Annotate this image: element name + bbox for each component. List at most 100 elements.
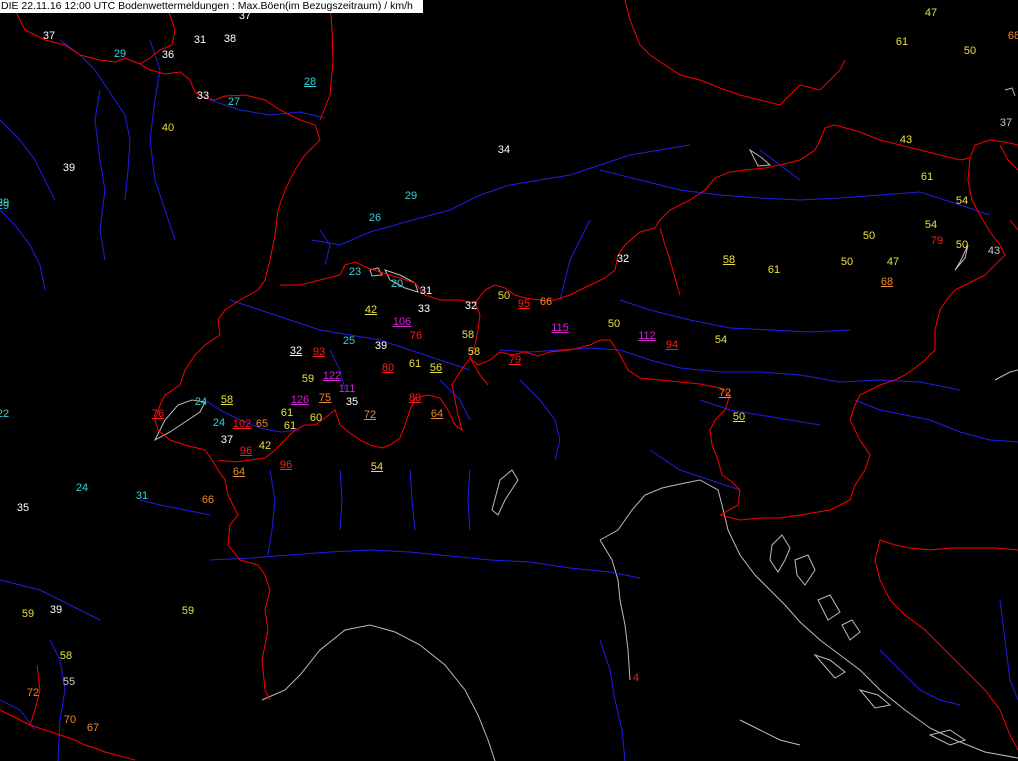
station-value: 27 xyxy=(227,96,241,108)
station-value: 24 xyxy=(212,417,226,429)
station-value: 40 xyxy=(161,122,175,134)
station-value: 56 xyxy=(429,362,443,374)
station-value: 50 xyxy=(862,230,876,242)
station-value: 42 xyxy=(258,440,272,452)
station-value: 79 xyxy=(930,235,944,247)
station-value: 39 xyxy=(374,340,388,352)
station-value: 54 xyxy=(370,461,384,473)
station-value: 115 xyxy=(551,322,569,334)
station-value: 28 xyxy=(303,76,317,88)
station-value: 34 xyxy=(497,144,511,156)
station-value: 95 xyxy=(517,298,531,310)
station-value: 76 xyxy=(409,330,423,342)
station-value: 25 xyxy=(342,335,356,347)
station-value: 50 xyxy=(963,45,977,57)
station-value: 37 xyxy=(999,117,1013,129)
station-value: 61 xyxy=(283,420,297,432)
station-value: 72 xyxy=(26,687,40,699)
station-value: 111 xyxy=(338,383,356,395)
station-value: 50 xyxy=(607,318,621,330)
station-value: 76 xyxy=(151,408,165,420)
station-value: 39 xyxy=(62,162,76,174)
station-value: 126 xyxy=(290,394,310,406)
station-value: 31 xyxy=(135,490,149,502)
station-value: 58 xyxy=(722,254,736,266)
station-value: 24 xyxy=(75,482,89,494)
station-value: 33 xyxy=(196,90,210,102)
station-value: 61 xyxy=(895,36,909,48)
station-value: 43 xyxy=(987,245,1001,257)
station-value: 29 xyxy=(0,200,10,212)
map-title: DIE 22.11.16 12:00 UTC Bodenwettermeldun… xyxy=(0,0,423,13)
station-value: 37 xyxy=(238,10,252,22)
station-value: 122 xyxy=(322,370,342,382)
station-value: 70 xyxy=(63,714,77,726)
station-value: 102 xyxy=(232,418,252,430)
station-value: 79 xyxy=(508,354,522,366)
station-value: 22 xyxy=(0,408,10,420)
weather-map xyxy=(0,0,1018,761)
station-value: 58 xyxy=(220,394,234,406)
station-value: 47 xyxy=(886,256,900,268)
station-value: 72 xyxy=(363,409,377,421)
station-value: 29 xyxy=(113,48,127,60)
station-value: 64 xyxy=(430,408,444,420)
station-value: 31 xyxy=(193,34,207,46)
station-value: 75 xyxy=(318,392,332,404)
borders xyxy=(0,0,1018,761)
station-value: 93 xyxy=(312,346,326,358)
station-value: 72 xyxy=(718,387,732,399)
station-value: 29 xyxy=(404,190,418,202)
station-value: 32 xyxy=(289,345,303,357)
station-value: 61 xyxy=(280,407,294,419)
station-value: 47 xyxy=(924,7,938,19)
station-value: 61 xyxy=(920,171,934,183)
station-value: 31 xyxy=(419,285,433,297)
station-value: 67 xyxy=(86,722,100,734)
station-value: 32 xyxy=(464,300,478,312)
station-value: 80 xyxy=(381,362,395,374)
station-value: 54 xyxy=(714,334,728,346)
station-value: 96 xyxy=(279,459,293,471)
station-value: 33 xyxy=(417,303,431,315)
station-value: 24 xyxy=(194,396,208,408)
station-value: 106 xyxy=(392,316,412,328)
station-value: 61 xyxy=(408,358,422,370)
station-value: 61 xyxy=(767,264,781,276)
station-value: 65 xyxy=(255,418,269,430)
station-value: 64 xyxy=(232,466,246,478)
station-value: 36 xyxy=(161,49,175,61)
station-value: 37 xyxy=(42,30,56,42)
station-value: 58 xyxy=(461,329,475,341)
station-value: 80 xyxy=(408,392,422,404)
station-value: 66 xyxy=(539,296,553,308)
station-value: 39 xyxy=(49,604,63,616)
station-value: 68 xyxy=(1007,30,1018,42)
station-value: 60 xyxy=(309,412,323,424)
station-value: 59 xyxy=(181,605,195,617)
station-value: 42 xyxy=(364,304,378,316)
station-value: 43 xyxy=(899,134,913,146)
station-value: 26 xyxy=(368,212,382,224)
station-value: 54 xyxy=(955,195,969,207)
station-value: 20 xyxy=(390,278,404,290)
station-value: 50 xyxy=(497,290,511,302)
station-value: 37 xyxy=(220,434,234,446)
station-value: 54 xyxy=(924,219,938,231)
station-value: 4 xyxy=(632,672,640,684)
station-value: 50 xyxy=(955,239,969,251)
station-value: 96 xyxy=(239,445,253,457)
station-value: 58 xyxy=(467,346,481,358)
station-value: 32 xyxy=(616,253,630,265)
station-value: 94 xyxy=(665,339,679,351)
station-value: 66 xyxy=(201,494,215,506)
station-value: 112 xyxy=(638,330,656,342)
station-value: 50 xyxy=(732,411,746,423)
station-value: 35 xyxy=(345,396,359,408)
station-value: 35 xyxy=(16,502,30,514)
station-value: 59 xyxy=(21,608,35,620)
station-value: 38 xyxy=(223,33,237,45)
station-value: 50 xyxy=(840,256,854,268)
station-value: 23 xyxy=(348,266,362,278)
station-value: 58 xyxy=(59,650,73,662)
